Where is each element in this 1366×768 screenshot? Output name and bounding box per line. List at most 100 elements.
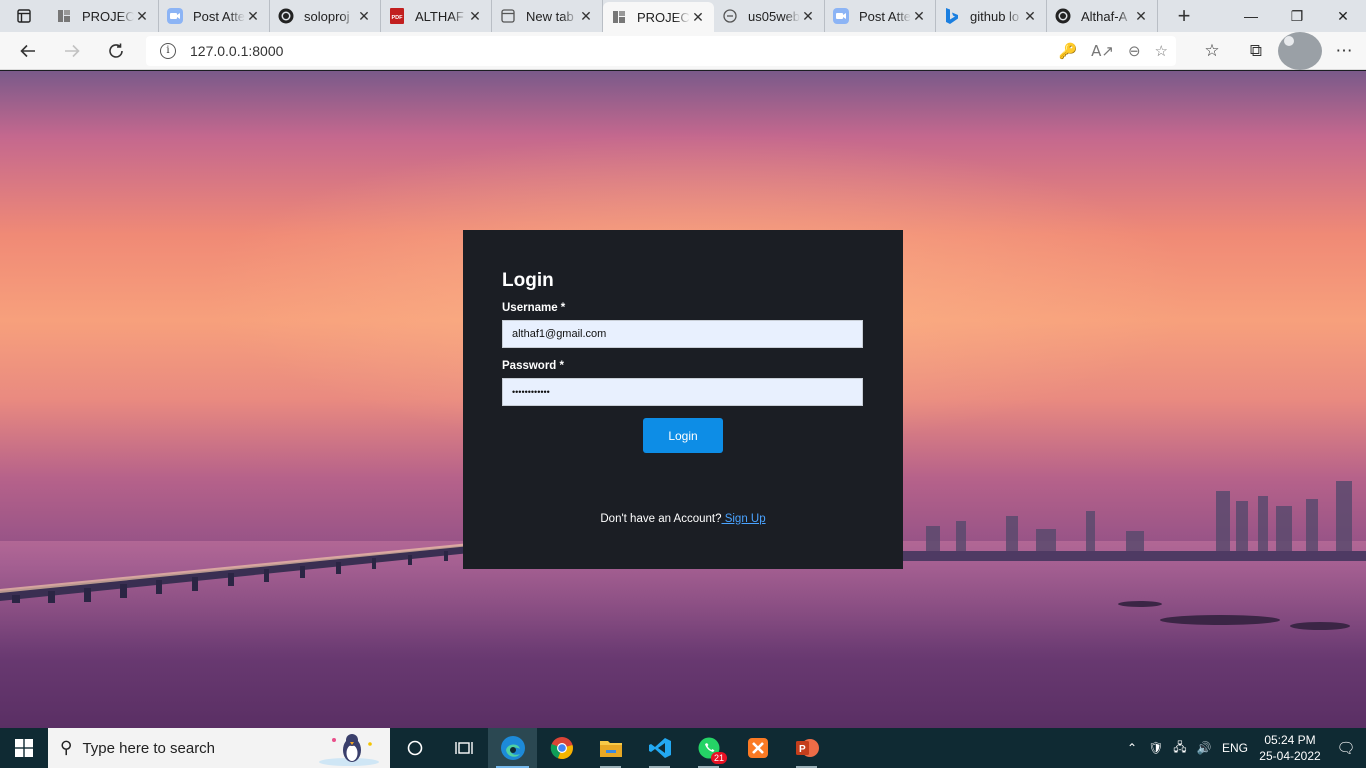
- close-tab-icon[interactable]: ✕: [245, 8, 261, 25]
- refresh-icon: [109, 43, 123, 58]
- close-tab-icon[interactable]: ✕: [1022, 8, 1038, 25]
- tab[interactable]: Althaf-A ✕: [1047, 0, 1158, 32]
- zoom-out-icon[interactable]: ⊖: [1128, 42, 1141, 60]
- network-icon[interactable]: 🖧: [1168, 738, 1192, 759]
- avatar: [1278, 32, 1322, 70]
- tab[interactable]: PROJECT✕: [48, 0, 159, 32]
- show-hidden-icons-button[interactable]: ⌃: [1120, 741, 1144, 755]
- collections-icon: ⧉: [1249, 41, 1263, 60]
- svg-text:PDF: PDF: [392, 15, 404, 21]
- tab[interactable]: us05web ✕: [714, 0, 825, 32]
- taskbar-chrome[interactable]: [537, 728, 586, 768]
- new-tab-button[interactable]: +: [1166, 3, 1202, 29]
- system-tray: ⌃ 🛡 🖧 🔊 ENG 05:24 PM 25-04-2022 🗨: [1120, 728, 1366, 768]
- address-bar[interactable]: i 127.0.0.1:8000 🔑 A↗ ⊖ ☆: [146, 36, 1176, 66]
- favorites-button[interactable]: ☆: [1190, 32, 1234, 70]
- login-card: Login Username * althaf1@gmail.com Passw…: [463, 230, 903, 569]
- taskbar-vscode[interactable]: [635, 728, 684, 768]
- close-tab-icon[interactable]: ✕: [134, 8, 150, 25]
- back-button[interactable]: [6, 32, 50, 70]
- chrome-icon: [550, 737, 573, 760]
- search-icon: ⚲: [60, 738, 73, 757]
- browser-right-tools: ☆ ⧉ ⋯: [1190, 32, 1366, 70]
- taskbar-powerpoint[interactable]: P: [782, 728, 831, 768]
- close-window-button[interactable]: ✕: [1320, 0, 1366, 32]
- refresh-button[interactable]: [94, 32, 138, 70]
- tab[interactable]: Post Atte ✕: [825, 0, 936, 32]
- vscode-icon: [648, 738, 671, 758]
- tab-title: New tab: [526, 8, 574, 24]
- username-input[interactable]: althaf1@gmail.com: [502, 320, 863, 348]
- language-indicator[interactable]: ENG: [1216, 741, 1254, 755]
- taskbar-edge[interactable]: [488, 728, 537, 768]
- cortana-icon: [407, 740, 422, 756]
- tab-title: ALTHAF: [415, 8, 464, 24]
- password-input[interactable]: ••••••••••••: [502, 378, 863, 406]
- tab-actions-button[interactable]: [0, 0, 48, 32]
- site-info-icon[interactable]: i: [160, 43, 176, 59]
- close-tab-icon[interactable]: ✕: [578, 8, 594, 25]
- key-icon[interactable]: 🔑: [1058, 42, 1077, 60]
- taskbar-whatsapp[interactable]: 21: [684, 728, 733, 768]
- page-icon: [611, 9, 627, 25]
- start-button[interactable]: [0, 728, 48, 768]
- volume-icon[interactable]: 🔊: [1192, 741, 1216, 755]
- close-tab-icon[interactable]: ✕: [356, 8, 372, 25]
- clock-date: 25-04-2022: [1259, 749, 1321, 763]
- zoom-icon: [167, 8, 183, 24]
- collections-button[interactable]: ⧉: [1234, 32, 1278, 70]
- page-icon: [56, 8, 72, 24]
- tab-actions-icon: [17, 9, 31, 23]
- tab[interactable]: github lo ✕: [936, 0, 1047, 32]
- notifications-button[interactable]: 🗨: [1326, 739, 1366, 757]
- username-value: althaf1@gmail.com: [512, 328, 607, 340]
- tab[interactable]: PDF ALTHAF ✕: [381, 0, 492, 32]
- close-tab-icon[interactable]: ✕: [800, 8, 816, 25]
- password-value: ••••••••••••: [512, 387, 550, 397]
- read-aloud-icon[interactable]: A↗: [1091, 42, 1114, 60]
- settings-more-button[interactable]: ⋯: [1322, 32, 1366, 70]
- tab-title: github lo: [970, 8, 1020, 24]
- forward-button[interactable]: [50, 32, 94, 70]
- tab[interactable]: Post Atte ✕: [159, 0, 270, 32]
- close-tab-icon[interactable]: ✕: [690, 9, 706, 26]
- forward-arrow-icon: [65, 44, 80, 57]
- rock-islands: [1118, 601, 1350, 630]
- windows-taskbar: ⚲ Type here to search 21 P ⌃ 🛡 🖧 🔊 ENG 0…: [0, 728, 1366, 768]
- browser-toolbar: i 127.0.0.1:8000 🔑 A↗ ⊖ ☆ ☆ ⧉ ⋯: [0, 32, 1366, 70]
- close-tab-icon[interactable]: ✕: [911, 8, 927, 25]
- tab-title: Althaf-A: [1081, 8, 1128, 24]
- close-tab-icon[interactable]: ✕: [1133, 8, 1149, 25]
- zoom-icon: [833, 8, 849, 24]
- tab[interactable]: soloproj ✕: [270, 0, 381, 32]
- login-heading: Login: [502, 270, 554, 291]
- svg-text:P: P: [799, 744, 806, 755]
- back-arrow-icon: [20, 44, 35, 57]
- signup-link[interactable]: Sign Up: [722, 513, 766, 525]
- login-button[interactable]: Login: [643, 418, 723, 453]
- tab-title: Post Atte: [193, 8, 245, 24]
- tab-strip: PROJECT✕Post Atte✕soloproj✕PDFALTHAF✕New…: [0, 0, 1366, 32]
- clock[interactable]: 05:24 PM 25-04-2022: [1254, 732, 1326, 764]
- close-tab-icon[interactable]: ✕: [467, 8, 483, 25]
- taskbar-search-box[interactable]: ⚲ Type here to search: [48, 728, 390, 768]
- powerpoint-icon: P: [795, 739, 819, 757]
- address-bar-icons: 🔑 A↗ ⊖ ☆: [1058, 36, 1168, 66]
- tab[interactable]: New tab ✕: [492, 0, 603, 32]
- taskbar-file-explorer[interactable]: [586, 728, 635, 768]
- penguin-search-highlight-icon: [319, 734, 379, 766]
- edge-icon: [500, 736, 525, 760]
- restore-button[interactable]: ❐: [1274, 0, 1320, 32]
- task-view-button[interactable]: [439, 728, 488, 768]
- tab-title: soloproj: [304, 8, 350, 24]
- minimize-button[interactable]: —: [1228, 0, 1274, 32]
- page-viewport: Login Username * althaf1@gmail.com Passw…: [0, 71, 1366, 728]
- add-favorite-icon[interactable]: ☆: [1155, 42, 1168, 60]
- taskbar-xampp[interactable]: [733, 728, 782, 768]
- more-icon: ⋯: [1335, 41, 1353, 60]
- profile-button[interactable]: [1278, 32, 1322, 70]
- cortana-button[interactable]: [390, 728, 439, 768]
- defender-icon[interactable]: 🛡: [1144, 741, 1168, 755]
- tab-active[interactable]: PROJECT✕: [603, 2, 714, 32]
- password-label: Password *: [502, 360, 564, 372]
